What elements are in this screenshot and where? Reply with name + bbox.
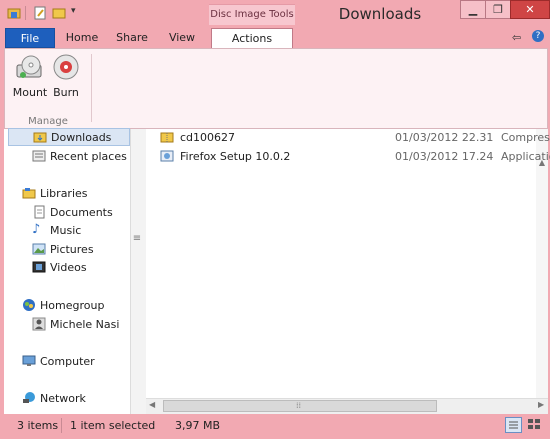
details-view-button[interactable] bbox=[505, 417, 522, 433]
large-icons-view-icon bbox=[528, 419, 540, 429]
nav-item-label: Videos bbox=[50, 260, 87, 274]
file-date: 01/03/2012 17.24 bbox=[395, 150, 494, 163]
contextual-tab-group: Disc Image Tools bbox=[209, 4, 295, 25]
restore-icon: ❐ bbox=[493, 3, 503, 16]
file-list-vertical-scrollbar[interactable] bbox=[536, 129, 548, 399]
pane-splitter-grip-icon[interactable]: ≡ bbox=[131, 233, 143, 245]
status-selection: 1 item selected bbox=[70, 419, 156, 432]
music-icon: ♪ bbox=[32, 222, 41, 237]
close-button[interactable]: ✕ bbox=[510, 0, 550, 19]
status-item-count: 3 items bbox=[17, 419, 59, 432]
large-icons-view-button[interactable] bbox=[526, 417, 543, 433]
videos-icon bbox=[32, 260, 46, 274]
scroll-left-arrow-icon[interactable]: ◀ bbox=[149, 400, 155, 409]
help-icon[interactable]: ? bbox=[532, 30, 544, 42]
nav-item-label: Recent places bbox=[50, 149, 127, 163]
burn-icon bbox=[51, 53, 81, 83]
ribbon-group-divider bbox=[91, 54, 92, 122]
pictures-icon bbox=[32, 242, 46, 256]
file-name: Firefox Setup 10.0.2 bbox=[180, 149, 291, 163]
tab-file[interactable]: File bbox=[5, 28, 55, 48]
nav-item-label: Network bbox=[40, 391, 86, 405]
nav-item-label: Libraries bbox=[40, 186, 88, 200]
nav-item-computer[interactable]: Computer bbox=[22, 352, 95, 370]
network-icon bbox=[22, 391, 36, 405]
group-label-manage: Manage bbox=[28, 116, 68, 127]
file-row[interactable]: cd100627 bbox=[160, 128, 235, 146]
nav-item-label: Computer bbox=[40, 354, 95, 368]
tab-share[interactable]: Share bbox=[110, 28, 154, 48]
nav-item-label: Michele Nasi bbox=[50, 317, 120, 331]
mount-label: Mount bbox=[12, 86, 48, 99]
tab-view[interactable]: View bbox=[160, 28, 204, 48]
file-type: Compress bbox=[501, 131, 550, 144]
nav-item-videos[interactable]: Videos bbox=[32, 258, 87, 276]
recent-places-icon bbox=[32, 149, 46, 163]
nav-item-libraries[interactable]: Libraries bbox=[22, 184, 88, 202]
status-size: 3,97 MB bbox=[175, 419, 221, 432]
qat-customize-icon[interactable]: ▾ bbox=[71, 6, 76, 16]
file-row[interactable]: Firefox Setup 10.0.2 bbox=[160, 147, 290, 165]
status-divider bbox=[61, 418, 62, 433]
documents-icon bbox=[32, 205, 46, 219]
window-title: Downloads bbox=[338, 5, 422, 23]
nav-item-recent-places[interactable]: Recent places bbox=[32, 147, 127, 165]
mount-icon bbox=[15, 53, 45, 83]
scroll-grip-icon: ⁞⁞ bbox=[296, 401, 302, 410]
file-type: Applicatio bbox=[501, 150, 550, 163]
libraries-icon bbox=[22, 186, 36, 200]
file-name: cd100627 bbox=[180, 130, 236, 144]
nav-item-label: Documents bbox=[50, 205, 113, 219]
tab-home[interactable]: Home bbox=[60, 28, 104, 48]
file-list bbox=[146, 129, 548, 414]
computer-icon bbox=[22, 354, 36, 368]
scroll-right-arrow-icon[interactable]: ▶ bbox=[538, 400, 544, 409]
zip-folder-icon bbox=[160, 130, 174, 144]
mount-button[interactable]: Mount bbox=[10, 53, 50, 99]
nav-item-music[interactable]: ♪ Music bbox=[32, 221, 81, 239]
tab-actions[interactable]: Actions bbox=[211, 28, 293, 48]
user-avatar-icon bbox=[32, 317, 46, 331]
nav-item-documents[interactable]: Documents bbox=[32, 203, 113, 221]
nav-item-pictures[interactable]: Pictures bbox=[32, 240, 94, 258]
burn-button[interactable]: Burn bbox=[50, 53, 82, 99]
properties-icon[interactable] bbox=[34, 6, 47, 23]
minimize-ribbon-icon[interactable]: ⇦ bbox=[512, 31, 521, 44]
downloads-folder-icon bbox=[33, 130, 47, 144]
restore-button[interactable]: ❐ bbox=[485, 0, 511, 19]
nav-item-homegroup-user[interactable]: Michele Nasi bbox=[32, 315, 119, 333]
explorer-app-icon[interactable] bbox=[7, 6, 21, 23]
new-folder-icon[interactable] bbox=[52, 6, 66, 23]
nav-pane-scrollbar[interactable] bbox=[130, 129, 146, 414]
nav-item-label: Pictures bbox=[50, 242, 94, 256]
minimize-button[interactable]: ▁ bbox=[460, 0, 486, 19]
qat-divider bbox=[25, 6, 26, 20]
installer-icon bbox=[160, 149, 174, 163]
nav-item-homegroup[interactable]: Homegroup bbox=[22, 296, 104, 314]
minimize-icon: ▁ bbox=[468, 3, 478, 16]
close-icon: ✕ bbox=[525, 3, 535, 16]
burn-label: Burn bbox=[53, 86, 79, 99]
nav-item-label: Homegroup bbox=[40, 298, 105, 312]
file-date: 01/03/2012 22.31 bbox=[395, 131, 494, 144]
nav-item-downloads[interactable]: Downloads bbox=[8, 128, 130, 146]
nav-item-network[interactable]: Network bbox=[22, 389, 86, 407]
nav-item-label: Music bbox=[50, 223, 82, 237]
details-view-icon bbox=[509, 421, 518, 429]
nav-item-label: Downloads bbox=[51, 130, 112, 144]
homegroup-icon bbox=[22, 298, 36, 312]
